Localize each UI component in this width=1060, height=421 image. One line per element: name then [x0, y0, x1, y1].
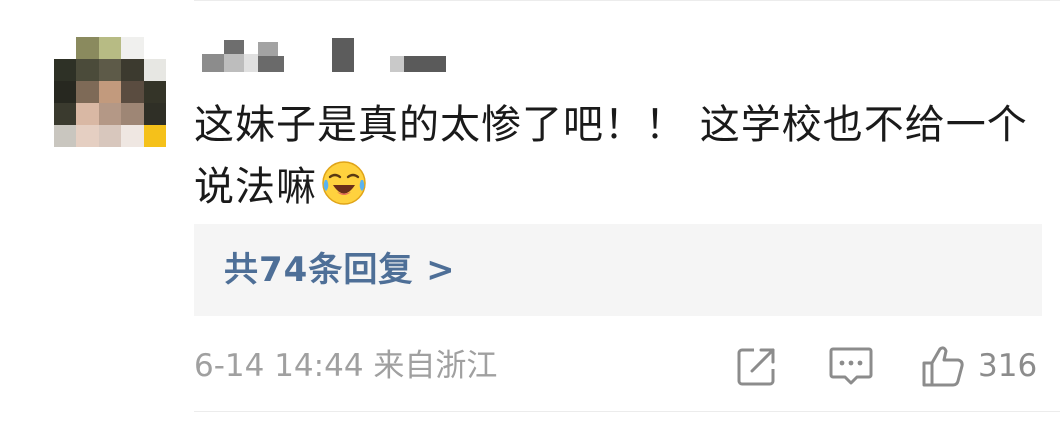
- avatar[interactable]: [54, 37, 166, 147]
- view-replies-link[interactable]: 共74条回复 >: [224, 246, 456, 294]
- comment-text: 这妹子是真的太惨了吧！！ 这学校也不给一个说法嘛: [194, 94, 1044, 218]
- laughing-crying-emoji-icon: [322, 161, 366, 205]
- share-button[interactable]: [734, 342, 780, 390]
- like-count: 316: [978, 348, 1038, 384]
- comment-button[interactable]: [827, 342, 875, 390]
- comment-icon: [829, 347, 873, 385]
- username[interactable]: [200, 36, 450, 74]
- like-button[interactable]: 316: [920, 342, 1037, 390]
- thumbs-up-icon: [922, 346, 964, 387]
- top-divider: [194, 0, 1060, 1]
- bottom-divider: [194, 411, 1060, 412]
- share-icon: [737, 348, 775, 386]
- replies-box[interactable]: 共74条回复 >: [194, 224, 1042, 316]
- timestamp-location: 6-14 14:44 来自浙江: [194, 348, 498, 384]
- comment-body: 这妹子是真的太惨了吧！！ 这学校也不给一个说法嘛: [194, 102, 1028, 210]
